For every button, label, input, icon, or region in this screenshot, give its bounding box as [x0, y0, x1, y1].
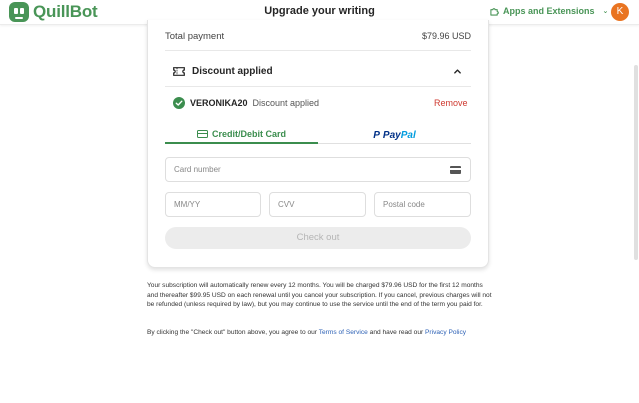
card-brand-icon — [450, 166, 461, 174]
postal-code-field[interactable]: Postal code — [374, 192, 471, 217]
total-payment-label: Total payment — [165, 31, 225, 42]
quillbot-logo[interactable]: QuillBot — [9, 2, 98, 22]
quillbot-logo-icon — [9, 2, 29, 22]
applied-coupon: VERONIKA20 Discount applied — [173, 97, 319, 109]
cvv-field[interactable]: CVV — [269, 192, 366, 217]
postal-code-placeholder: Postal code — [383, 200, 425, 209]
card-number-field[interactable]: Card number — [165, 157, 471, 182]
brand-name: QuillBot — [33, 2, 98, 21]
divider — [165, 86, 471, 87]
apps-and-extensions-menu[interactable]: Apps and Extensions ⌄ — [490, 6, 608, 16]
coupon-code: VERONIKA20 — [190, 98, 248, 108]
coupon-status: Discount applied — [252, 98, 320, 108]
privacy-policy-link[interactable]: Privacy Policy — [425, 329, 466, 336]
card-number-placeholder: Card number — [174, 165, 221, 174]
user-avatar[interactable]: K — [611, 3, 629, 21]
renewal-terms-text: Your subscription will automatically ren… — [147, 282, 492, 309]
payment-card: Total payment $79.96 USD Discount applie… — [147, 20, 489, 268]
payment-method-tabs: Credit/Debit Card P PayPal — [165, 126, 471, 144]
divider — [165, 50, 471, 51]
scrollbar-thumb[interactable] — [634, 65, 638, 260]
check-circle-icon — [173, 97, 185, 109]
paypal-logo-icon: P — [373, 129, 380, 141]
chevron-down-icon: ⌄ — [602, 8, 609, 15]
discount-title: Discount applied — [192, 66, 273, 77]
credit-card-icon — [196, 130, 208, 138]
tab-credit-debit-card[interactable]: Credit/Debit Card — [165, 126, 318, 144]
ticket-icon — [173, 67, 185, 76]
terms-of-service-link[interactable]: Terms of Service — [319, 329, 368, 336]
apps-and-extensions-label: Apps and Extensions — [503, 6, 595, 16]
check-out-button[interactable]: Check out — [165, 227, 471, 249]
expiry-placeholder: MM/YY — [174, 200, 201, 209]
tab-credit-debit-card-label: Credit/Debit Card — [211, 129, 286, 139]
discount-section-header[interactable]: Discount applied — [173, 66, 273, 77]
total-payment-row: Total payment $79.96 USD — [165, 31, 471, 42]
puzzle-icon — [490, 7, 499, 16]
remove-coupon-button[interactable]: Remove — [434, 98, 468, 108]
cvv-placeholder: CVV — [278, 200, 295, 209]
expiry-date-field[interactable]: MM/YY — [165, 192, 261, 217]
page-scrollbar[interactable] — [633, 25, 639, 403]
tab-paypal[interactable]: P PayPal — [318, 126, 471, 144]
total-payment-value: $79.96 USD — [421, 31, 471, 41]
consent-text: By clicking the "Check out" button above… — [147, 329, 467, 336]
paypal-wordmark: PayPal — [382, 129, 416, 141]
chevron-up-icon[interactable] — [453, 67, 462, 76]
